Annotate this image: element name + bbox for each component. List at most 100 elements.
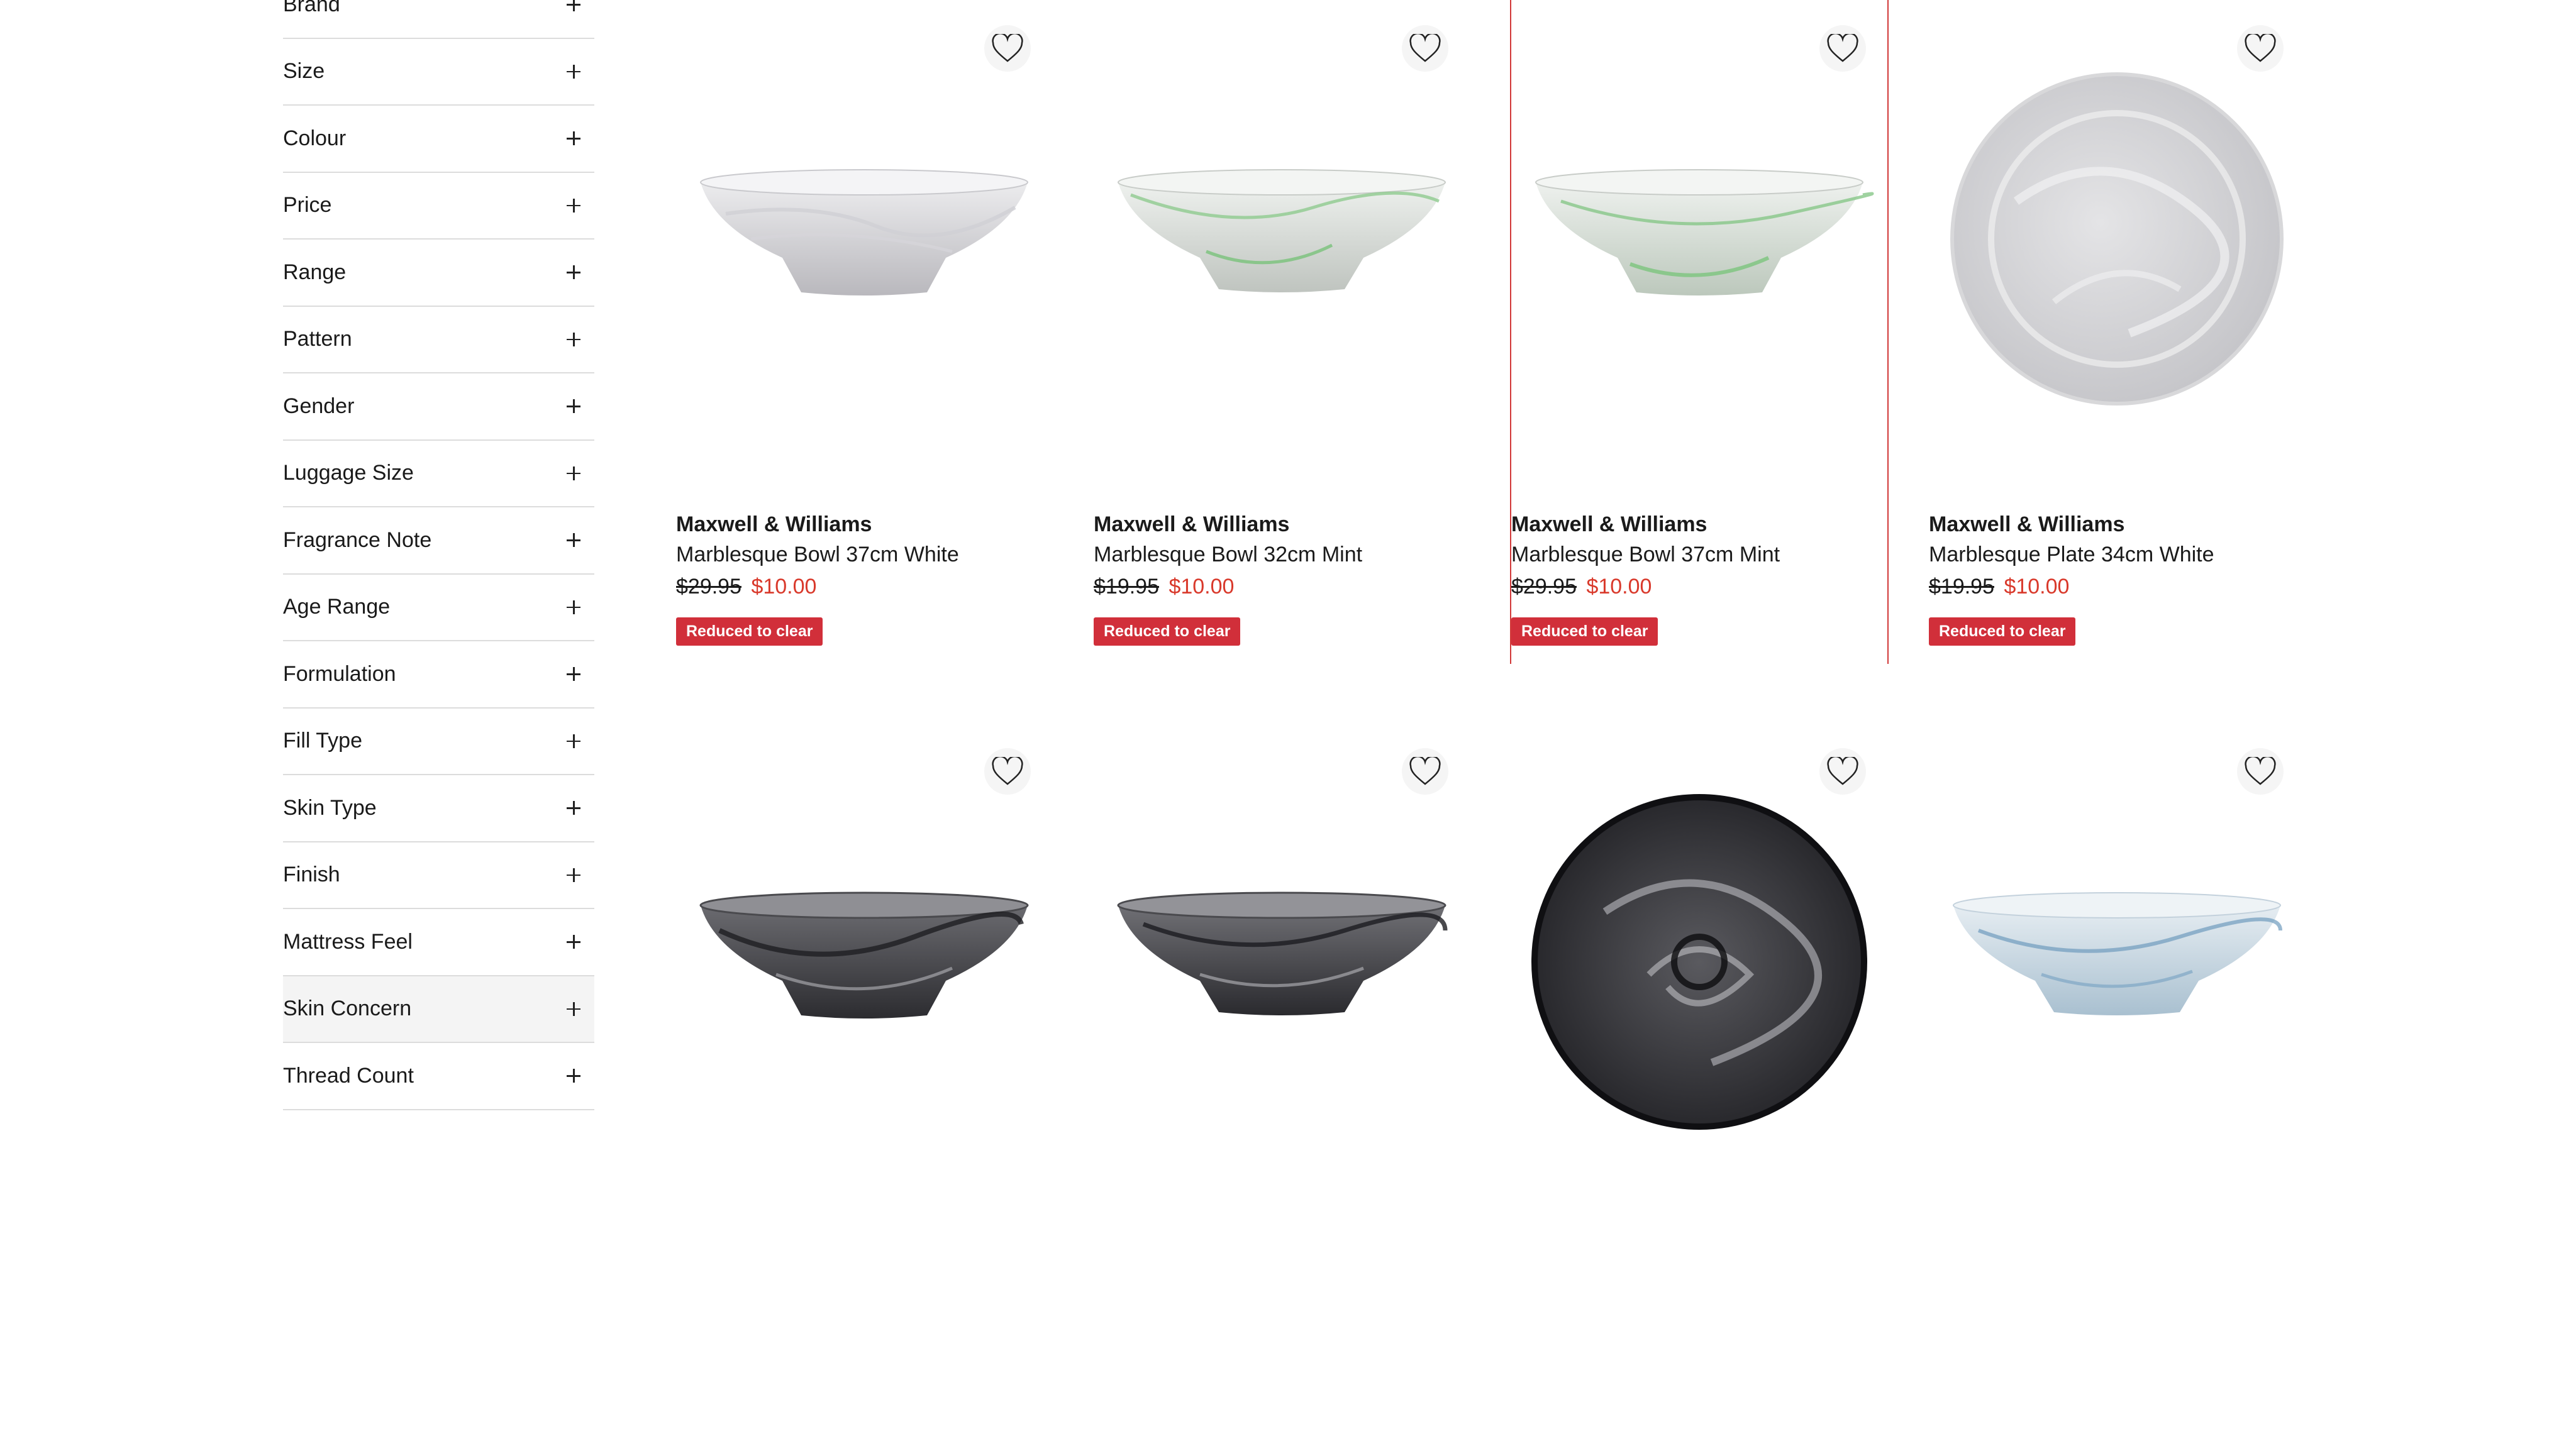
reduced-badge: Reduced to clear bbox=[1511, 617, 1658, 646]
filter-label: Thread Count bbox=[283, 1063, 414, 1088]
plus-icon bbox=[567, 667, 580, 682]
filter-colour[interactable]: Colour bbox=[283, 106, 594, 173]
product-name[interactable]: Marblesque Bowl 37cm White bbox=[676, 539, 1052, 570]
filter-range[interactable]: Range bbox=[283, 240, 594, 307]
filter-luggage-size[interactable]: Luggage Size bbox=[283, 441, 594, 507]
reduced-badge: Reduced to clear bbox=[676, 617, 823, 646]
filter-label: Age Range bbox=[283, 595, 391, 619]
price-line: $29.95 $10.00 bbox=[676, 570, 1052, 604]
filter-thread-count[interactable]: Thread Count bbox=[283, 1043, 594, 1110]
product-card-body bbox=[676, 723, 1052, 1446]
filter-label: Skin Concern bbox=[283, 996, 412, 1021]
plus-icon bbox=[567, 0, 580, 12]
product-image-mint-marble-bowl[interactable] bbox=[1511, 57, 1887, 421]
product-card[interactable]: Maxwell & Williams Marblesque Bowl 32cm … bbox=[1094, 0, 1470, 723]
product-info: Maxwell & Williams Marblesque Bowl 37cm … bbox=[1511, 509, 1887, 646]
product-info: Maxwell & Williams Marblesque Bowl 32cm … bbox=[1094, 509, 1470, 646]
product-card-body bbox=[1929, 723, 2305, 1446]
plus-icon bbox=[567, 935, 580, 949]
filter-finish[interactable]: Finish bbox=[283, 842, 594, 909]
plus-icon bbox=[567, 466, 580, 480]
sale-price: $10.00 bbox=[1586, 575, 1652, 599]
product-card[interactable] bbox=[1511, 723, 1887, 1171]
product-card-body bbox=[1511, 723, 1887, 1446]
plus-icon bbox=[567, 198, 580, 212]
product-image-black-marble-plate[interactable] bbox=[1511, 780, 1887, 1144]
filter-label: Mattress Feel bbox=[283, 929, 413, 954]
sale-price: $10.00 bbox=[751, 575, 817, 599]
filter-label: Price bbox=[283, 193, 332, 218]
plus-icon bbox=[567, 734, 580, 748]
product-image-black-marble-bowl[interactable] bbox=[676, 780, 1052, 1144]
filter-gender[interactable]: Gender bbox=[283, 373, 594, 441]
filter-label: Pattern bbox=[283, 327, 352, 351]
plus-icon bbox=[567, 399, 580, 414]
filter-label: Luggage Size bbox=[283, 461, 414, 485]
product-brand: Maxwell & Williams bbox=[1929, 512, 2125, 536]
price-line: $19.95 $10.00 bbox=[1094, 570, 1470, 604]
plus-icon bbox=[567, 801, 580, 815]
product-name[interactable]: Marblesque Bowl 32cm Mint bbox=[1094, 539, 1470, 570]
product-card-body: Maxwell & Williams Marblesque Bowl 37cm … bbox=[676, 0, 1052, 723]
product-image-white-marble-plate[interactable] bbox=[1929, 57, 2305, 421]
filter-formulation[interactable]: Formulation bbox=[283, 641, 594, 709]
product-name[interactable]: Marblesque Plate 34cm White bbox=[1929, 539, 2305, 570]
filter-label: Gender bbox=[283, 394, 355, 418]
filter-brand[interactable]: Brand bbox=[283, 0, 594, 39]
filter-label: Colour bbox=[283, 126, 347, 150]
product-card-body: Maxwell & Williams Marblesque Bowl 37cm … bbox=[1510, 0, 1889, 664]
plus-icon bbox=[567, 332, 580, 346]
filter-label: Fragrance Note bbox=[283, 527, 432, 552]
reduced-badge: Reduced to clear bbox=[1929, 617, 2076, 646]
filter-label: Fill Type bbox=[283, 729, 362, 753]
original-price: $29.95 bbox=[1511, 575, 1577, 599]
sale-price: $10.00 bbox=[2004, 575, 2070, 599]
plus-icon bbox=[567, 265, 580, 280]
sale-price: $10.00 bbox=[1169, 575, 1235, 599]
product-card[interactable] bbox=[1094, 723, 1470, 1171]
filter-label: Finish bbox=[283, 863, 340, 887]
filter-fill-type[interactable]: Fill Type bbox=[283, 709, 594, 775]
product-brand: Maxwell & Williams bbox=[1094, 512, 1290, 536]
product-card[interactable]: Maxwell & Williams Marblesque Plate 34cm… bbox=[1929, 0, 2305, 723]
product-card-body: Maxwell & Williams Marblesque Plate 34cm… bbox=[1929, 0, 2305, 723]
reduced-badge: Reduced to clear bbox=[1094, 617, 1241, 646]
price-line: $29.95 $10.00 bbox=[1511, 570, 1887, 604]
plus-icon bbox=[567, 868, 580, 882]
original-price: $19.95 bbox=[1929, 575, 1994, 599]
product-card[interactable] bbox=[1929, 723, 2305, 1171]
plus-icon bbox=[567, 533, 580, 548]
product-brand: Maxwell & Williams bbox=[676, 512, 872, 536]
plus-icon bbox=[567, 1002, 580, 1016]
plus-icon bbox=[567, 1069, 580, 1083]
product-image-black-marble-bowl[interactable] bbox=[1094, 780, 1470, 1144]
product-image-mint-marble-bowl[interactable] bbox=[1094, 57, 1470, 421]
product-card-body: Maxwell & Williams Marblesque Bowl 32cm … bbox=[1094, 0, 1470, 723]
filter-label: Range bbox=[283, 260, 347, 284]
price-line: $19.95 $10.00 bbox=[1929, 570, 2305, 604]
product-brand: Maxwell & Williams bbox=[1511, 512, 1707, 536]
filter-age-range[interactable]: Age Range bbox=[283, 575, 594, 641]
filter-pattern[interactable]: Pattern bbox=[283, 307, 594, 373]
filter-mattress-feel[interactable]: Mattress Feel bbox=[283, 909, 594, 976]
plus-icon bbox=[567, 600, 580, 614]
product-card[interactable] bbox=[676, 723, 1052, 1171]
filter-size[interactable]: Size bbox=[283, 39, 594, 106]
original-price: $19.95 bbox=[1094, 575, 1159, 599]
product-image-blue-marble-bowl[interactable] bbox=[1929, 780, 2305, 1144]
product-image-white-marble-bowl[interactable] bbox=[676, 57, 1052, 421]
plus-icon bbox=[567, 64, 580, 79]
product-card-body bbox=[1094, 723, 1470, 1446]
filter-fragrance-note[interactable]: Fragrance Note bbox=[283, 507, 594, 575]
filter-skin-type[interactable]: Skin Type bbox=[283, 775, 594, 842]
filter-label: Size bbox=[283, 59, 325, 84]
product-card[interactable]: Maxwell & Williams Marblesque Bowl 37cm … bbox=[676, 0, 1052, 723]
product-card[interactable]: Maxwell & Williams Marblesque Bowl 37cm … bbox=[1510, 0, 1889, 723]
filter-label: Brand bbox=[283, 0, 340, 16]
product-grid: Maxwell & Williams Marblesque Bowl 37cm … bbox=[676, 0, 2311, 1171]
original-price: $29.95 bbox=[676, 575, 741, 599]
filter-skin-concern[interactable]: Skin Concern bbox=[283, 976, 594, 1043]
filter-sidebar: Brand Size Colour Price Range Pattern Ge… bbox=[283, 0, 594, 1110]
product-name[interactable]: Marblesque Bowl 37cm Mint bbox=[1511, 539, 1887, 570]
filter-price[interactable]: Price bbox=[283, 173, 594, 240]
